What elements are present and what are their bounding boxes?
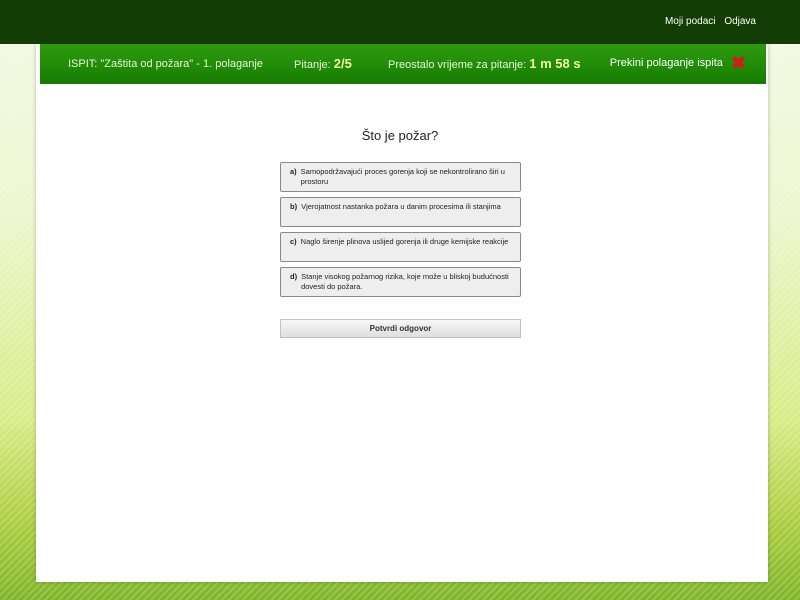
time-remaining: Preostalo vrijeme za pitanje: 1 m 58 s	[388, 56, 581, 71]
answer-option-b[interactable]: b) Vjerojatnost nastanka požara u danim …	[280, 197, 521, 227]
question-counter-label: Pitanje:	[294, 59, 331, 71]
answer-text: Stanje visokog požarnog rizika, koje mož…	[301, 272, 509, 291]
answer-letter: d)	[290, 272, 298, 281]
answer-option-a[interactable]: a) Samopodržavajući proces gorenja koji …	[280, 162, 521, 192]
answer-letter: a)	[290, 167, 297, 176]
exam-title: ISPIT: "Zaštita od požara" - 1. polaganj…	[68, 58, 263, 70]
answer-text: Vjerojatnost nastanka požara u danim pro…	[301, 202, 501, 211]
my-data-link[interactable]: Moji podaci	[665, 16, 716, 27]
time-remaining-value: 1 m 58 s	[529, 56, 581, 71]
answer-text: Samopodržavajući proces gorenja koji se …	[300, 167, 505, 186]
answer-text: Naglo širenje plinova uslijed gorenja il…	[300, 237, 509, 246]
answer-option-c[interactable]: c) Naglo širenje plinova uslijed gorenja…	[280, 232, 521, 262]
answer-letter: c)	[290, 237, 297, 246]
question-counter-value: 2/5	[333, 56, 352, 71]
abort-exam-button[interactable]: Prekini polaganje ispita ✖	[610, 54, 746, 72]
logout-link[interactable]: Odjava	[724, 16, 756, 27]
exam-status-bar: ISPIT: "Zaštita od požara" - 1. polaganj…	[40, 44, 766, 84]
user-nav: Moji podaci Odjava	[659, 16, 756, 27]
question-text: Što je požar?	[361, 128, 439, 143]
abort-exam-label[interactable]: Prekini polaganje ispita	[610, 57, 723, 69]
content-panel	[36, 44, 768, 582]
answer-option-d[interactable]: d) Stanje visokog požarnog rizika, koje …	[280, 267, 521, 297]
confirm-answer-button[interactable]: Potvrdi odgovor	[280, 319, 521, 338]
time-remaining-label: Preostalo vrijeme za pitanje:	[388, 59, 527, 71]
answer-letter: b)	[290, 202, 298, 211]
close-icon[interactable]: ✖	[731, 54, 746, 72]
answer-list: a) Samopodržavajući proces gorenja koji …	[280, 162, 521, 302]
question-counter: Pitanje: 2/5	[294, 56, 352, 71]
top-bar: Moji podaci Odjava	[0, 0, 800, 44]
